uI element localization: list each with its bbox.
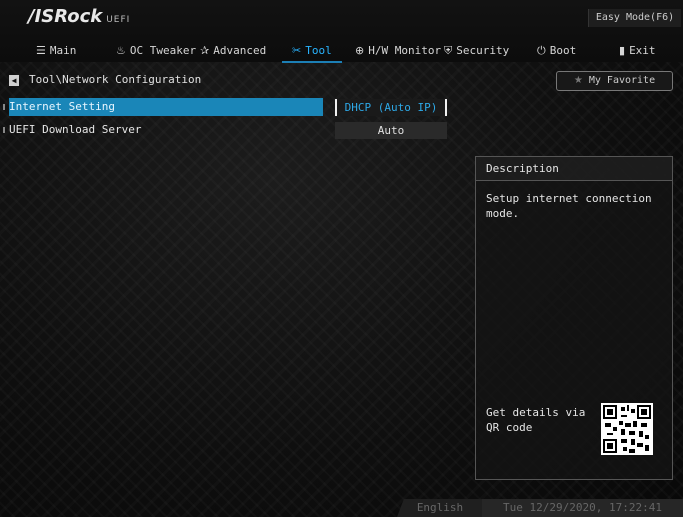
list-icon: ☰	[36, 44, 46, 57]
tab-label: Boot	[549, 44, 577, 57]
setting-row-uefi-download-server[interactable]: UEFI Download Server Auto	[0, 121, 683, 139]
top-bar: /ISRock UEFI Easy Mode(F6) ☰ Main ♨ OC Twea…	[0, 0, 683, 63]
tab-main[interactable]: ☰ Main	[36, 40, 76, 62]
brand-suffix: UEFI	[106, 15, 131, 25]
star-icon: ✰	[200, 44, 210, 57]
setting-label: Internet Setting	[9, 100, 115, 113]
favorite-label: My Favorite	[588, 75, 656, 86]
tab-label: Tool	[305, 44, 332, 57]
row-marker	[3, 127, 5, 133]
power-icon: ⏻	[537, 44, 546, 57]
setting-value-dropdown[interactable]: DHCP (Auto IP)	[335, 99, 447, 116]
my-favorite-button[interactable]: ★ My Favorite	[556, 71, 673, 91]
star-icon: ★	[573, 75, 583, 86]
breadcrumb-path: Tool\Network Configuration	[29, 73, 202, 86]
exit-icon: ▮	[619, 44, 626, 57]
brand-logo: /ISRock UEFI	[28, 6, 130, 27]
qr-caption: Get details via QR code	[486, 406, 586, 434]
tab-boot[interactable]: ⏻ Boot	[537, 40, 576, 62]
shield-icon: ⛨	[444, 44, 453, 57]
description-title: Description	[476, 157, 672, 181]
back-arrow-icon[interactable]: ◀	[9, 74, 19, 86]
row-marker	[3, 104, 5, 110]
language-selector[interactable]: English	[397, 499, 483, 517]
tab-label: Advanced	[213, 44, 267, 57]
tools-icon: ✂	[292, 44, 302, 57]
tab-advanced[interactable]: ✰ Advanced	[200, 40, 266, 62]
description-panel: Description Setup internet connection mo…	[475, 156, 673, 480]
tab-security[interactable]: ⛨ Security	[444, 40, 509, 62]
breadcrumb: ◀ Tool\Network Configuration	[9, 72, 201, 88]
tab-label: H/W Monitor	[368, 44, 442, 57]
brand-name: /ISRock	[28, 6, 103, 27]
tab-hw-monitor[interactable]: ⊕ H/W Monitor	[355, 40, 441, 62]
tab-oc-tweaker[interactable]: ♨ OC Tweaker	[116, 40, 196, 62]
tab-tool[interactable]: ✂ Tool	[282, 40, 342, 63]
easy-mode-button[interactable]: Easy Mode(F6)	[588, 9, 681, 27]
monitor-icon: ⊕	[355, 44, 365, 57]
description-text: Setup internet connection mode.	[486, 192, 652, 220]
tab-label: Exit	[629, 44, 656, 57]
tab-label: Main	[49, 44, 77, 57]
flame-icon: ♨	[116, 44, 126, 57]
setting-row-internet-setting[interactable]: Internet Setting DHCP (Auto IP)	[0, 98, 683, 116]
setting-value-dropdown[interactable]: Auto	[335, 122, 447, 139]
main-menu: ☰ Main ♨ OC Tweaker ✰ Advanced ✂ Tool ⊕ H/W M…	[0, 40, 683, 63]
datetime-display: Tue 12/29/2020, 17:22:41	[482, 499, 683, 517]
tab-label: OC Tweaker	[129, 44, 197, 57]
qr-code-icon	[601, 403, 653, 455]
tab-exit[interactable]: ▮ Exit	[619, 40, 656, 62]
active-tab-underline	[282, 61, 342, 63]
tab-label: Security	[456, 44, 510, 57]
setting-label: UEFI Download Server	[9, 123, 142, 136]
